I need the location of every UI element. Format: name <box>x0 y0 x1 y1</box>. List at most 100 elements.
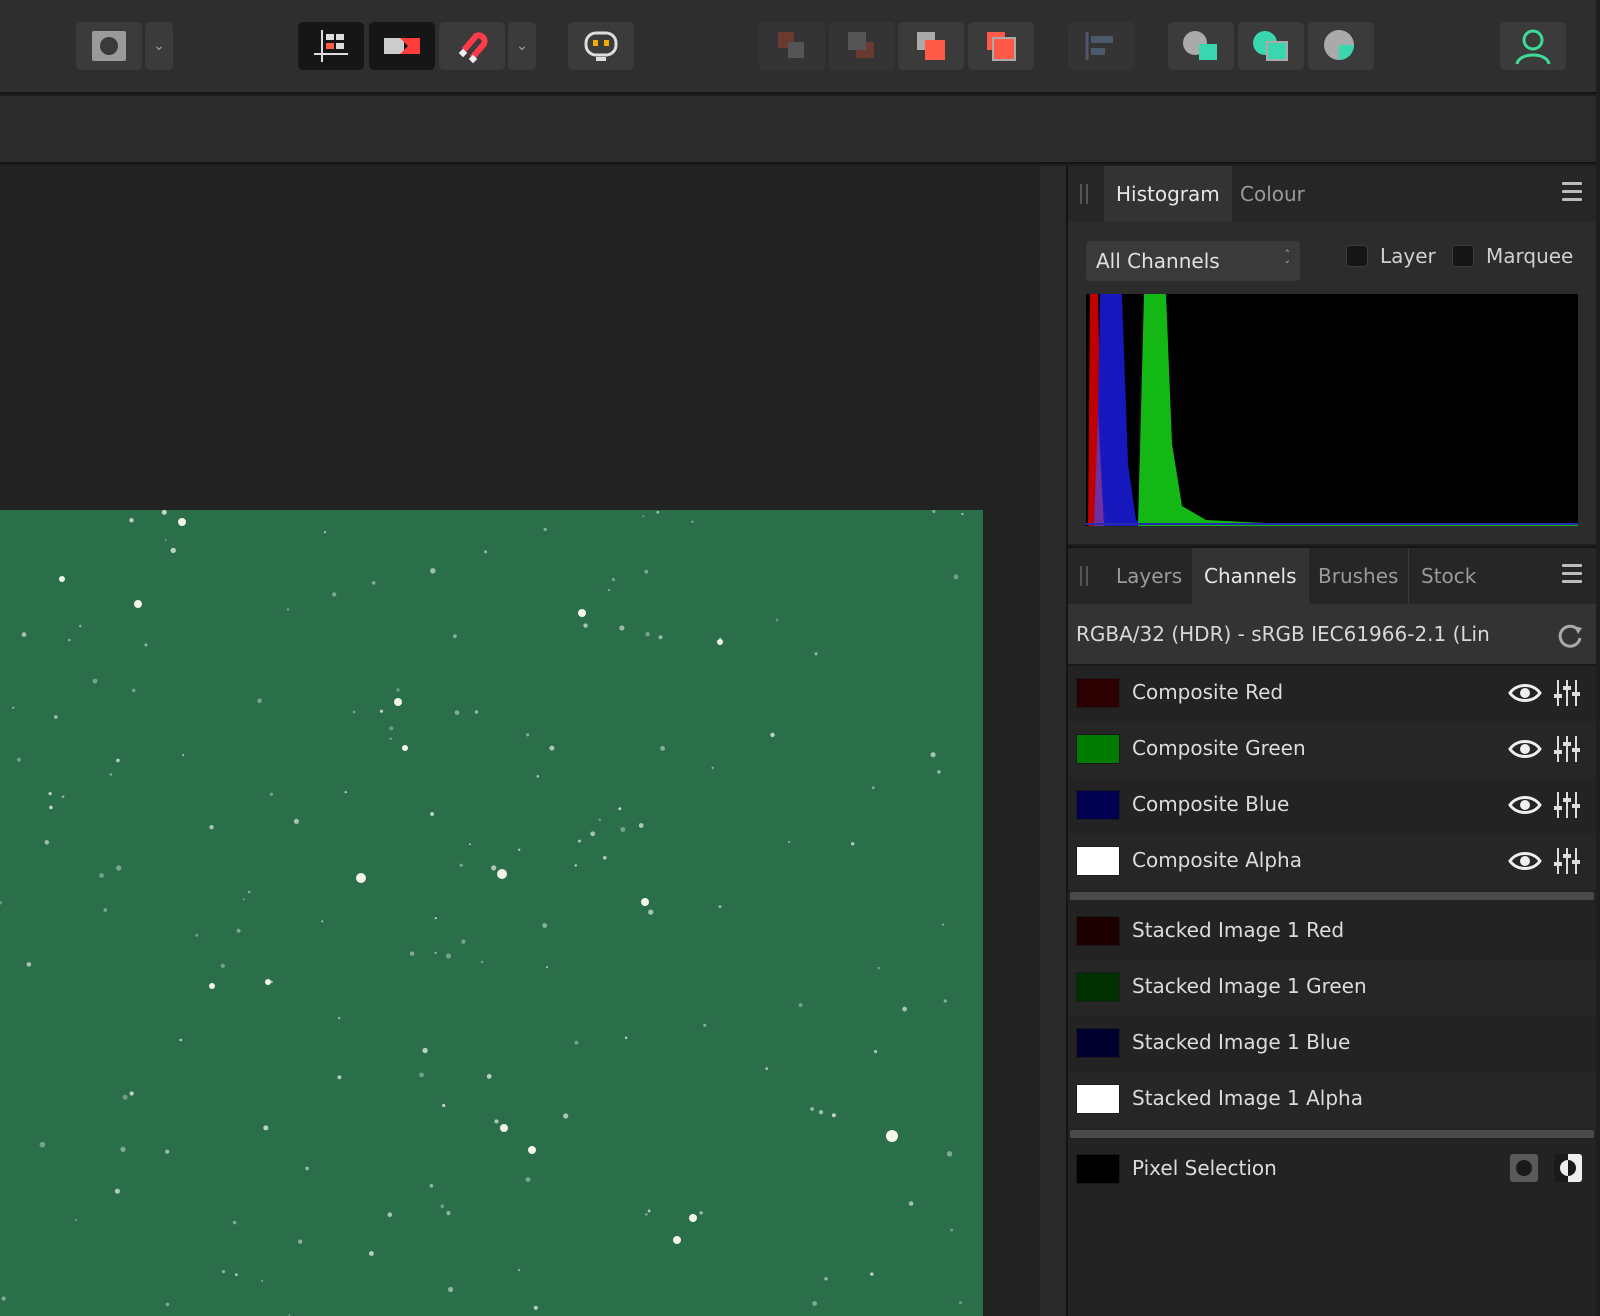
panel-menu-icon[interactable] <box>1562 182 1582 202</box>
channel-swatch <box>1076 1028 1120 1058</box>
channel-row-stacked-blue[interactable]: Stacked Image 1 Blue <box>1068 1016 1596 1072</box>
magnet-snapping-button[interactable] <box>439 22 505 70</box>
faint-star <box>448 1286 454 1293</box>
tab-layers[interactable]: Layers <box>1104 548 1194 604</box>
faint-star <box>74 1219 77 1222</box>
faint-star <box>624 1036 628 1040</box>
adjust-sliders-icon[interactable] <box>1552 734 1582 764</box>
star <box>134 600 142 608</box>
layer-checkbox[interactable]: Layer <box>1346 244 1436 268</box>
marquee-checkbox[interactable]: Marquee <box>1452 244 1573 268</box>
layer-checkbox-label: Layer <box>1380 244 1436 268</box>
boolean-add-button[interactable] <box>1168 22 1234 70</box>
faint-star <box>344 791 347 794</box>
faint-star <box>44 840 49 845</box>
tab-colour[interactable]: Colour <box>1228 166 1317 222</box>
context-toolbar <box>0 96 1596 164</box>
faint-star <box>953 574 959 580</box>
panel-grip-icon[interactable] <box>1080 566 1088 586</box>
assistant-button[interactable] <box>568 22 634 70</box>
channel-row-stacked-alpha[interactable]: Stacked Image 1 Alpha <box>1068 1072 1596 1128</box>
star <box>500 1124 508 1132</box>
channel-row-stacked-red[interactable]: Stacked Image 1 Red <box>1068 904 1596 960</box>
checkbox-box[interactable] <box>1346 245 1368 267</box>
faint-star <box>770 732 775 738</box>
arrange-back-button[interactable] <box>759 22 825 70</box>
faint-star <box>908 1201 914 1206</box>
faint-star <box>831 1113 836 1118</box>
faint-star <box>182 754 185 757</box>
channel-swatch <box>1076 790 1120 820</box>
channel-row-composite-alpha[interactable]: Composite Alpha <box>1068 834 1596 890</box>
checkbox-box[interactable] <box>1452 245 1474 267</box>
eye-icon[interactable] <box>1508 680 1542 706</box>
canvas-scroll-strip[interactable] <box>1040 166 1066 1316</box>
channel-row-stacked-green[interactable]: Stacked Image 1 Green <box>1068 960 1596 1016</box>
faint-star <box>389 726 394 731</box>
selection-invert-button[interactable] <box>1554 1154 1582 1182</box>
updown-arrows-icon: ˄ ˅ <box>1284 248 1291 272</box>
faint-star <box>526 733 530 737</box>
faint-star <box>870 1272 874 1276</box>
star <box>689 1214 697 1222</box>
faint-star <box>122 1094 128 1100</box>
invert-circle-icon <box>1554 1154 1576 1182</box>
channel-row-composite-green[interactable]: Composite Green <box>1068 722 1596 778</box>
adjust-sliders-icon[interactable] <box>1552 678 1582 708</box>
faint-star <box>422 1047 428 1054</box>
faint-star <box>53 715 58 719</box>
eye-icon[interactable] <box>1508 792 1542 818</box>
main-toolbar: ⌄ ⌄ <box>0 0 1596 94</box>
tab-histogram[interactable]: Histogram <box>1104 166 1232 222</box>
faint-star <box>691 520 694 523</box>
arrange-front-button[interactable] <box>968 22 1034 70</box>
faint-star <box>248 890 251 894</box>
faint-star <box>642 515 645 518</box>
faint-star <box>430 812 435 816</box>
faint-star <box>480 960 484 964</box>
snapping-dropdown[interactable]: ⌄ <box>508 22 536 70</box>
selection-mode-button[interactable] <box>76 22 142 70</box>
tab-channels[interactable]: Channels <box>1192 548 1309 604</box>
align-button[interactable] <box>1068 22 1134 70</box>
refresh-icon[interactable] <box>1556 622 1584 650</box>
faint-star <box>459 863 463 867</box>
faint-star <box>656 510 660 514</box>
selection-fill-button[interactable] <box>1510 1154 1538 1182</box>
adjust-sliders-icon[interactable] <box>1552 846 1582 876</box>
panel-grip-icon[interactable] <box>1080 184 1088 204</box>
channel-select[interactable]: All Channels ˄ ˅ <box>1086 241 1300 281</box>
boolean-subtract-button[interactable] <box>1238 22 1304 70</box>
snapping-grid-button[interactable] <box>298 22 364 70</box>
toggle-fill-button[interactable] <box>369 22 435 70</box>
channel-row-composite-blue[interactable]: Composite Blue <box>1068 778 1596 834</box>
faint-star <box>270 980 273 983</box>
faint-star <box>116 758 120 763</box>
faint-star <box>943 999 947 1003</box>
eye-icon[interactable] <box>1508 848 1542 874</box>
channel-row-composite-red[interactable]: Composite Red <box>1068 666 1596 722</box>
faint-star <box>718 905 722 908</box>
faint-star <box>61 795 65 799</box>
faint-star <box>48 792 52 796</box>
channel-label: Stacked Image 1 Red <box>1132 918 1345 942</box>
tab-stock[interactable]: Stock <box>1408 548 1488 604</box>
user-account-button[interactable] <box>1500 22 1566 70</box>
arrange-forward-button[interactable] <box>898 22 964 70</box>
faint-star <box>619 625 625 631</box>
faint-star <box>453 634 457 639</box>
boolean-intersect-button[interactable] <box>1308 22 1374 70</box>
faint-star <box>442 1103 446 1108</box>
faint-star <box>387 1212 393 1217</box>
eye-icon[interactable] <box>1508 736 1542 762</box>
tab-brushes[interactable]: Brushes <box>1306 548 1410 604</box>
selection-mode-dropdown[interactable]: ⌄ <box>145 22 173 70</box>
faint-star <box>549 745 555 751</box>
star-field-image[interactable] <box>0 510 983 1316</box>
faint-star <box>352 710 356 714</box>
color-format-label: RGBA/32 (HDR) - sRGB IEC61966-2.1 (Lin <box>1076 622 1490 646</box>
panel-menu-icon[interactable] <box>1562 564 1582 584</box>
adjust-sliders-icon[interactable] <box>1552 790 1582 820</box>
channel-row-pixel-selection[interactable]: Pixel Selection <box>1068 1142 1596 1198</box>
arrange-backward-button[interactable] <box>829 22 895 70</box>
